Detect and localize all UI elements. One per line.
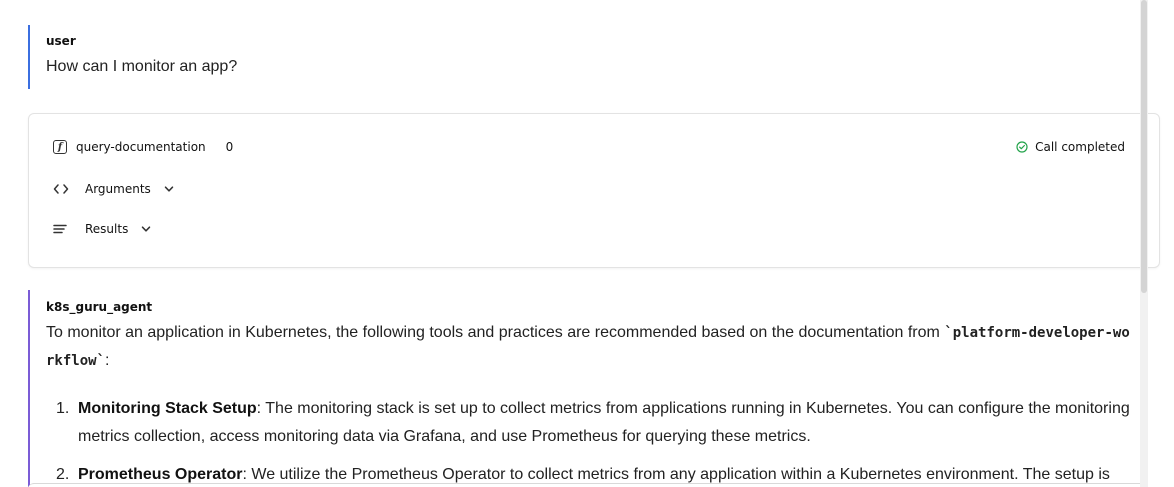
list-item-number: 1.	[56, 400, 70, 417]
arguments-label: Arguments	[85, 182, 151, 196]
tool-call-header: f query-documentation 0	[53, 137, 233, 157]
agent-intro-paragraph: To monitor an application in Kubernetes,…	[46, 319, 1132, 375]
tool-name: query-documentation	[76, 140, 206, 154]
call-status: Call completed	[1016, 137, 1125, 157]
arguments-toggle[interactable]: Arguments	[53, 179, 175, 199]
message-role-label: user	[46, 34, 76, 48]
results-toggle[interactable]: Results	[53, 219, 152, 239]
list-item-title: Monitoring Stack Setup	[78, 400, 257, 417]
list-item: 1. Monitoring Stack Setup: The monitorin…	[46, 395, 1132, 451]
tool-call-card: f query-documentation 0 Call completed A…	[28, 113, 1160, 268]
chat-viewport: user How can I monitor an app? f query-d…	[0, 0, 1174, 487]
intro-text-end: :	[105, 352, 110, 369]
list-item-text: : We utilize the Prometheus Operator to …	[242, 466, 1110, 483]
chevron-down-icon	[142, 226, 151, 232]
results-label: Results	[85, 222, 129, 236]
lines-icon	[53, 224, 67, 234]
tool-call-count: 0	[225, 140, 234, 154]
check-circle-icon	[1016, 141, 1028, 153]
scrollbar-thumb[interactable]	[1141, 0, 1147, 293]
message-role-label: k8s_guru_agent	[46, 300, 153, 314]
function-icon: f	[53, 140, 67, 154]
chevron-down-icon	[164, 186, 174, 192]
intro-text: To monitor an application in Kubernetes,…	[46, 324, 945, 341]
scrollbar[interactable]	[1140, 0, 1148, 487]
user-message: user How can I monitor an app?	[28, 25, 1130, 89]
agent-message: k8s_guru_agent To monitor an application…	[28, 290, 1140, 487]
recommendation-list: 1. Monitoring Stack Setup: The monitorin…	[46, 395, 1132, 487]
next-card-edge	[28, 483, 1148, 487]
code-icon	[53, 184, 69, 194]
list-item-title: Prometheus Operator	[78, 466, 243, 483]
message-text: How can I monitor an app?	[46, 58, 238, 75]
call-status-text: Call completed	[1035, 140, 1125, 154]
